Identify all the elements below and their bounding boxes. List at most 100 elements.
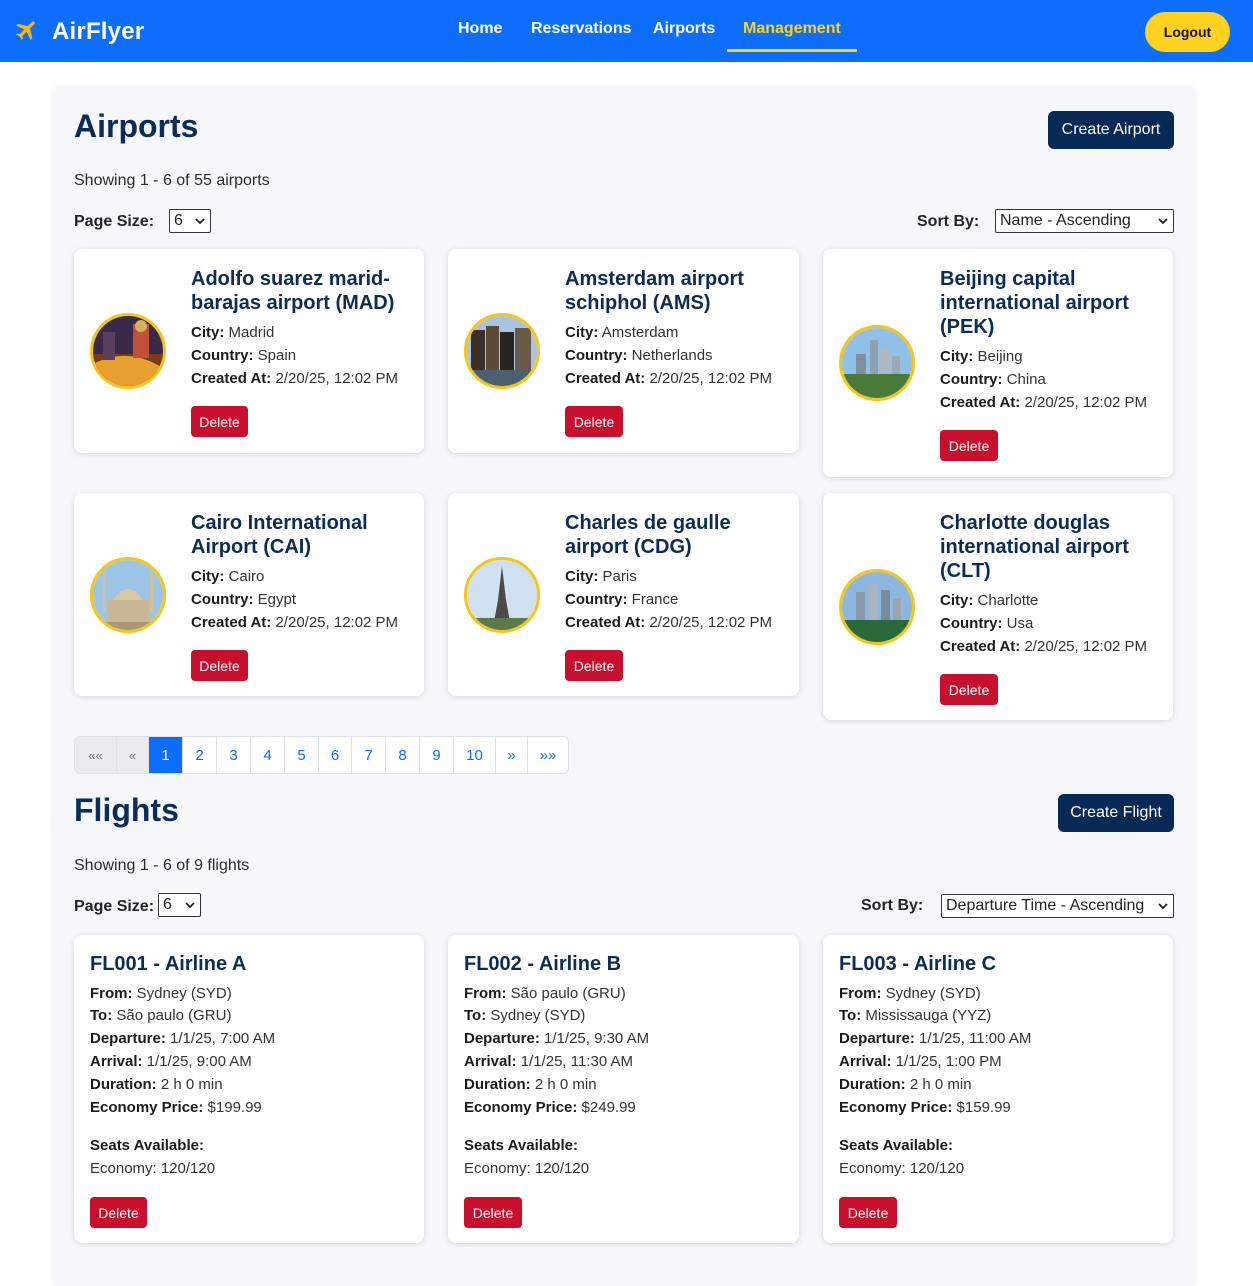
flights-sort-select[interactable]: Departure Time - Ascending — [941, 894, 1174, 918]
create-airport-button[interactable]: Create Airport — [1048, 111, 1174, 149]
airports-sort-value: Name - Ascending — [1000, 212, 1131, 229]
airport-country: Country: Spain — [191, 347, 297, 364]
airport-photo — [90, 313, 166, 389]
airport-country: Country: France — [565, 591, 679, 608]
page-button[interactable]: 1 — [149, 737, 183, 773]
airport-card: Amsterdam airport schiphol (AMS) City: A… — [448, 249, 799, 453]
airport-name: Charles de gaulle airport (CDG) — [565, 512, 731, 558]
flight-duration: Duration: 2 h 0 min — [90, 1076, 223, 1093]
delete-flight-button[interactable]: Delete — [464, 1197, 522, 1228]
airport-name: Amsterdam airport schiphol (AMS) — [565, 268, 744, 314]
airports-pagination: «« « 1 2 3 4 5 6 7 8 9 10 » »» — [74, 736, 569, 774]
airport-photo — [464, 557, 540, 633]
flights-showing-count: Showing 1 - 6 of 9 flights — [74, 857, 250, 874]
airport-created-at: Created At: 2/20/25, 12:02 PM — [565, 614, 773, 631]
delete-airport-button[interactable]: Delete — [191, 406, 248, 437]
flights-sort-label: Sort By: — [861, 897, 924, 914]
airport-card: Cairo International Airport (CAI) City: … — [74, 493, 424, 696]
airport-city: City: Amsterdam — [565, 324, 679, 341]
page-first-button[interactable]: «« — [75, 737, 117, 773]
airports-sort-select[interactable]: Name - Ascending — [995, 209, 1174, 233]
page-last-button[interactable]: »» — [528, 737, 568, 773]
page-button[interactable]: 6 — [319, 737, 352, 773]
airport-photo — [839, 325, 915, 401]
page-button[interactable]: 3 — [217, 737, 251, 773]
page-button[interactable]: 5 — [285, 737, 319, 773]
active-nav-indicator — [727, 49, 857, 52]
airport-name: Charlotte douglas international airport … — [940, 512, 1129, 582]
nav-link-management[interactable]: Management — [743, 20, 841, 38]
delete-airport-button[interactable]: Delete — [940, 430, 998, 461]
brand[interactable]: AirFlyer — [14, 16, 144, 48]
flight-duration: Duration: 2 h 0 min — [464, 1076, 597, 1093]
delete-airport-button[interactable]: Delete — [940, 674, 998, 705]
airport-city: City: Charlotte — [940, 592, 1039, 609]
airport-country: Country: Egypt — [191, 591, 297, 608]
flight-from: From: Sydney (SYD) — [90, 985, 232, 1002]
seats-available-label: Seats Available: — [464, 1137, 578, 1154]
airport-name: Adolfo suarez marid-barajas airport (MAD… — [191, 268, 395, 314]
flight-economy-price: Economy Price: $159.99 — [839, 1099, 1011, 1116]
flights-page-size-select[interactable]: 6 — [158, 893, 201, 917]
flights-page-size-value: 6 — [163, 896, 172, 913]
airports-sort-label: Sort By: — [917, 213, 980, 230]
page-next-button[interactable]: » — [496, 737, 528, 773]
flight-card: FL003 - Airline C From: Sydney (SYD) To:… — [823, 935, 1173, 1243]
flight-arrival: Arrival: 1/1/25, 1:00 PM — [839, 1053, 1002, 1070]
logout-button[interactable]: Logout — [1145, 12, 1230, 52]
airport-photo — [90, 557, 166, 633]
airport-photo — [839, 569, 915, 645]
airport-created-at: Created At: 2/20/25, 12:02 PM — [191, 614, 399, 631]
flight-to: To: Sydney (SYD) — [464, 1007, 586, 1024]
nav-link-reservations[interactable]: Reservations — [531, 20, 632, 38]
flight-card: FL002 - Airline B From: São paulo (GRU) … — [448, 935, 799, 1243]
airport-city: City: Madrid — [191, 324, 275, 341]
flight-arrival: Arrival: 1/1/25, 11:30 AM — [464, 1053, 634, 1070]
page-button[interactable]: 7 — [352, 737, 386, 773]
chevron-down-icon — [185, 902, 195, 909]
airplane-icon — [14, 17, 40, 48]
page-button[interactable]: 2 — [183, 737, 217, 773]
flight-title: FL002 - Airline B — [464, 953, 622, 975]
airport-created-at: Created At: 2/20/25, 12:02 PM — [565, 370, 773, 387]
nav-link-airports[interactable]: Airports — [653, 20, 715, 38]
chevron-down-icon — [195, 218, 205, 225]
create-flight-button[interactable]: Create Flight — [1058, 794, 1174, 832]
airport-country: Country: Usa — [940, 615, 1034, 632]
page-prev-button[interactable]: « — [117, 737, 149, 773]
delete-flight-button[interactable]: Delete — [839, 1197, 897, 1228]
page-button[interactable]: 4 — [251, 737, 285, 773]
airports-page-size-label: Page Size: — [74, 213, 155, 230]
airport-created-at: Created At: 2/20/25, 12:02 PM — [940, 638, 1148, 655]
delete-flight-button[interactable]: Delete — [90, 1197, 147, 1228]
page-button[interactable]: 9 — [420, 737, 454, 773]
airport-created-at: Created At: 2/20/25, 12:02 PM — [940, 394, 1148, 411]
flights-page-size-label: Page Size: — [74, 898, 155, 915]
airport-name: Beijing capital international airport (P… — [940, 268, 1129, 338]
brand-name: AirFlyer — [52, 18, 145, 45]
airport-name: Cairo International Airport (CAI) — [191, 512, 368, 558]
flight-to: To: São paulo (GRU) — [90, 1007, 232, 1024]
airport-city: City: Cairo — [191, 568, 265, 585]
seats-available-label: Seats Available: — [90, 1137, 204, 1154]
delete-airport-button[interactable]: Delete — [191, 650, 248, 681]
flight-economy-price: Economy Price: $249.99 — [464, 1099, 636, 1116]
delete-airport-button[interactable]: Delete — [565, 650, 623, 681]
chevron-down-icon — [1158, 218, 1168, 225]
delete-airport-button[interactable]: Delete — [565, 406, 623, 437]
airports-showing-count: Showing 1 - 6 of 55 airports — [74, 172, 270, 189]
flights-sort-value: Departure Time - Ascending — [946, 897, 1145, 914]
page-button[interactable]: 10 — [454, 737, 496, 773]
flight-economy-price: Economy Price: $199.99 — [90, 1099, 262, 1116]
top-navbar: AirFlyer Home Reservations Airports Mana… — [0, 0, 1253, 62]
airport-photo — [464, 313, 540, 389]
flights-heading: Flights — [74, 792, 179, 828]
airport-city: City: Paris — [565, 568, 637, 585]
flight-arrival: Arrival: 1/1/25, 9:00 AM — [90, 1053, 252, 1070]
airports-page-size-select[interactable]: 6 — [169, 209, 211, 233]
flight-title: FL003 - Airline C — [839, 953, 997, 975]
airport-card: Charlotte douglas international airport … — [823, 493, 1173, 720]
nav-link-home[interactable]: Home — [458, 20, 502, 38]
page-button[interactable]: 8 — [386, 737, 420, 773]
flight-departure: Departure: 1/1/25, 9:30 AM — [464, 1030, 650, 1047]
